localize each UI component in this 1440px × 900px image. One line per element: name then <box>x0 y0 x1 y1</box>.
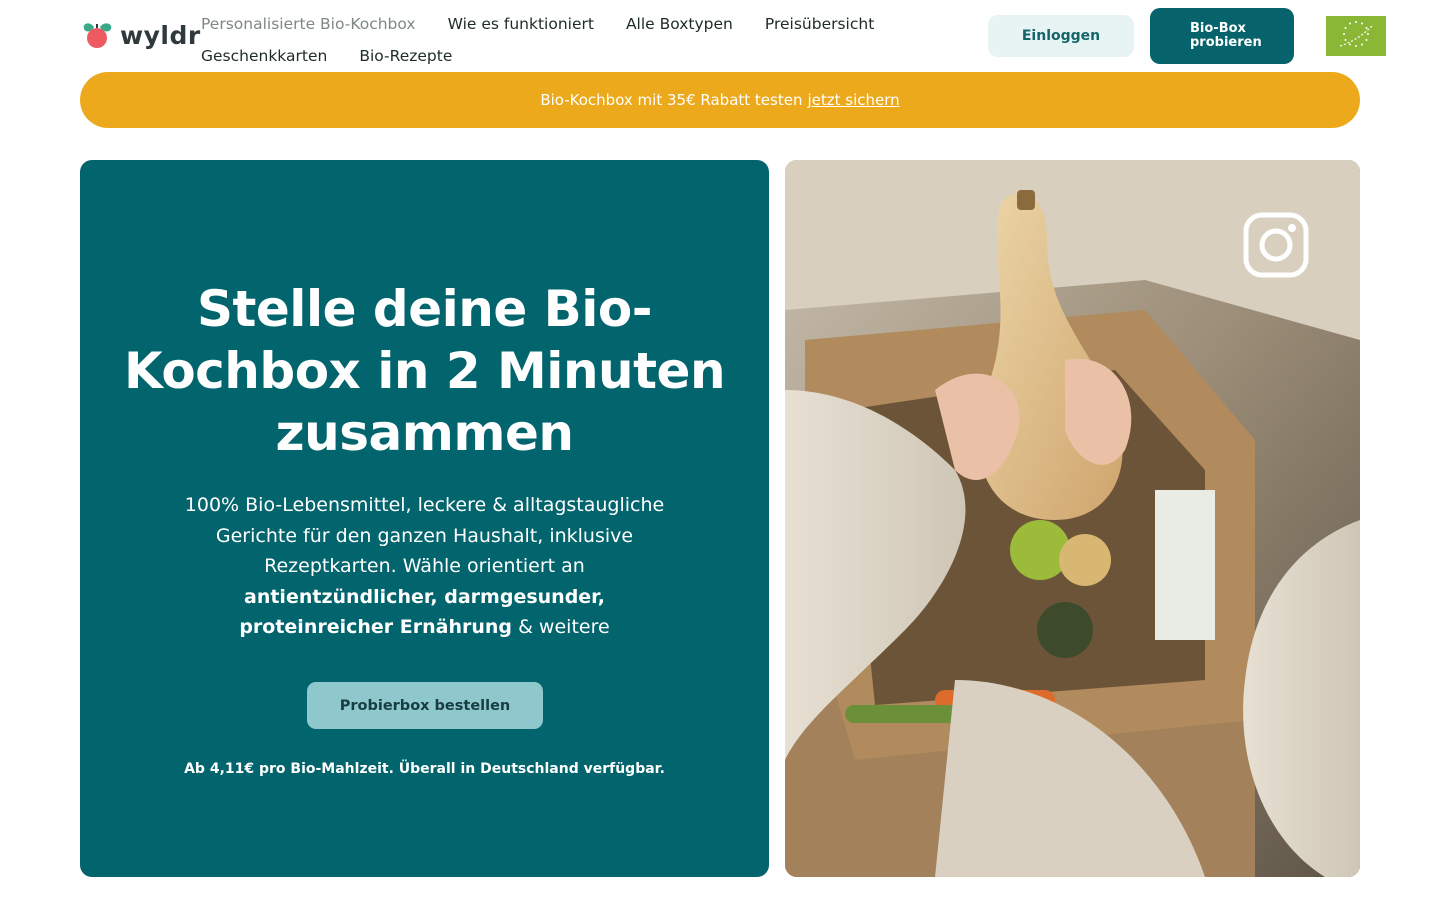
try-bio-box-button[interactable]: Bio-Box probieren <box>1150 8 1294 64</box>
hero-description-part1: 100% Bio-Lebensmittel, leckere & alltags… <box>184 494 665 577</box>
hero-description: 100% Bio-Lebensmittel, leckere & alltags… <box>170 490 679 643</box>
logo-text: wyldr <box>120 20 201 50</box>
nav-item-bio-rezepte[interactable]: Bio-Rezepte <box>359 47 452 65</box>
try-label-line1: Bio-Box <box>1190 21 1246 36</box>
nav-item-geschenkkarten[interactable]: Geschenkkarten <box>201 47 327 65</box>
nav-row-1: Personalisierte Bio-Kochbox Wie es funkt… <box>201 8 901 40</box>
promo-link[interactable]: jetzt sichern <box>807 91 899 109</box>
hero-panel: Stelle deine Bio-Kochbox in 2 Minuten zu… <box>80 160 769 877</box>
nav-item-personalisierte-bio-kochbox[interactable]: Personalisierte Bio-Kochbox <box>201 15 416 33</box>
nav-item-preisuebersicht[interactable]: Preisübersicht <box>765 15 874 33</box>
nav-item-alle-boxtypen[interactable]: Alle Boxtypen <box>626 15 733 33</box>
main-nav: Personalisierte Bio-Kochbox Wie es funkt… <box>201 8 901 72</box>
price-note: Ab 4,11€ pro Bio-Mahlzeit. Überall in De… <box>184 761 665 777</box>
try-bio-box-label: Bio-Box probieren <box>1190 22 1262 50</box>
order-trial-box-button[interactable]: Probierbox bestellen <box>307 682 543 729</box>
nav-item-wie-es-funktioniert[interactable]: Wie es funktioniert <box>448 15 594 33</box>
promo-banner: Bio-Kochbox mit 35€ Rabatt testen jetzt … <box>80 72 1360 128</box>
logo-leaf-icon <box>80 20 114 50</box>
try-label-line2: probieren <box>1190 35 1262 50</box>
eu-organic-logo <box>1326 16 1386 56</box>
login-button[interactable]: Einloggen <box>988 15 1134 57</box>
promo-text: Bio-Kochbox mit 35€ Rabatt testen <box>540 91 803 109</box>
logo[interactable]: wyldr <box>80 18 201 52</box>
instagram-icon[interactable] <box>1243 212 1309 278</box>
nav-row-2: Geschenkkarten Bio-Rezepte <box>201 40 901 72</box>
hero-title: Stelle deine Bio-Kochbox in 2 Minuten zu… <box>123 280 726 462</box>
hero-description-part2: & weitere <box>518 616 610 638</box>
